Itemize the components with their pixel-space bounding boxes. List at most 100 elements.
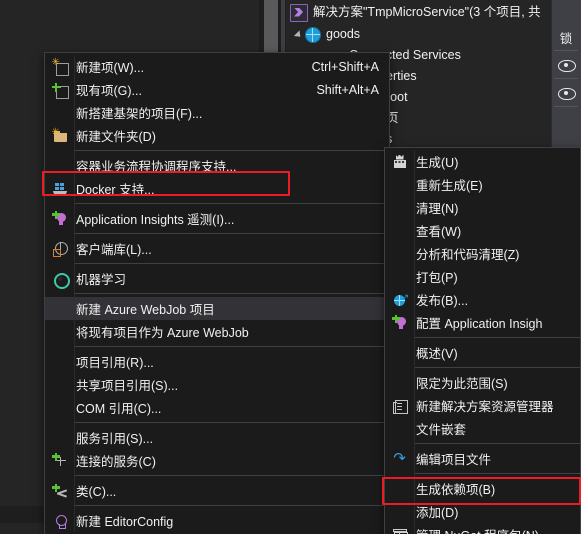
build-icon xyxy=(392,154,408,170)
menu-item-file-nesting[interactable]: 文件嵌套 xyxy=(385,417,580,440)
menu-item-icon-slot xyxy=(385,196,414,219)
menu-item-icon-slot xyxy=(45,101,74,124)
menu-item-label: 新建 Azure WebJob 项目 xyxy=(76,303,215,317)
menu-separator xyxy=(414,443,580,444)
menu-item-icon-slot xyxy=(45,396,74,419)
menu-item-new-editorconfig[interactable]: 新建 EditorConfig xyxy=(45,509,389,532)
menu-separator xyxy=(414,367,580,368)
menu-item-new-item[interactable]: 新建项(W)... Ctrl+Shift+A xyxy=(45,55,389,78)
nuget-icon xyxy=(392,527,408,534)
tree-row[interactable]: 解决方案"TmpMicroService"(3 个项目, 共 xyxy=(290,2,541,23)
toolbar-separator xyxy=(554,78,578,79)
menu-item-icon-slot xyxy=(385,150,414,173)
menu-item-label: COM 引用(C)... xyxy=(76,402,162,416)
menu-item-machine-learning[interactable]: 机器学习 xyxy=(45,267,389,290)
menu-item-project-reference[interactable]: 项目引用(R)... xyxy=(45,350,389,373)
class-icon xyxy=(51,483,68,499)
menu-item-label: 概述(V) xyxy=(416,347,458,361)
menu-item-label: 连接的服务(C) xyxy=(76,455,156,469)
menu-item-label: 限定为此范围(S) xyxy=(416,377,508,391)
client-library-icon xyxy=(52,241,68,257)
menu-item-new-folder[interactable]: 新建文件夹(D) xyxy=(45,124,389,147)
menu-item-label: 新建项(W)... xyxy=(76,61,145,75)
menu-item-existing-azure-webjob[interactable]: 将现有项目作为 Azure WebJob xyxy=(45,320,389,343)
menu-item-publish[interactable]: 发布(B)... xyxy=(385,288,580,311)
menu-item-service-reference[interactable]: 服务引用(S)... xyxy=(45,426,389,449)
add-context-menu[interactable]: 新建项(W)... Ctrl+Shift+A 现有项(G)... Shift+A… xyxy=(44,52,390,534)
menu-item-icon-slot xyxy=(45,297,74,320)
new-folder-icon xyxy=(52,128,68,144)
menu-item-view[interactable]: 查看(W) xyxy=(385,219,580,242)
menu-item-label: 编辑项目文件 xyxy=(416,453,492,467)
menu-item-com-reference[interactable]: COM 引用(C)... xyxy=(45,396,389,419)
menu-item-label: 重新生成(E) xyxy=(416,179,483,193)
menu-item-label: 项目引用(R)... xyxy=(76,356,154,370)
lock-button[interactable]: 锁 xyxy=(551,24,581,50)
menu-item-icon-slot xyxy=(385,394,414,417)
menu-item-rebuild[interactable]: 重新生成(E) xyxy=(385,173,580,196)
tree-item-label: 解决方案"TmpMicroService"(3 个项目, 共 xyxy=(313,5,541,19)
menu-item-icon-slot xyxy=(45,154,74,177)
menu-item-clean[interactable]: 清理(N) xyxy=(385,196,580,219)
menu-item-label: 服务引用(S)... xyxy=(76,432,154,446)
new-item-icon xyxy=(52,59,69,76)
menu-item-configure-app-insights[interactable]: 配置 Application Insigh xyxy=(385,311,580,334)
menu-item-label: 客户端库(L)... xyxy=(76,243,152,257)
menu-item-label: 生成(U) xyxy=(416,156,459,170)
tree-row[interactable]: goods xyxy=(293,24,360,45)
menu-item-new-solution-explorer[interactable]: 新建解决方案资源管理器 xyxy=(385,394,580,417)
menu-item-icon-slot xyxy=(45,320,74,343)
app-insights-icon xyxy=(51,210,68,227)
solution-icon xyxy=(290,3,308,22)
menu-item-client-library[interactable]: 客户端库(L)... xyxy=(45,237,389,260)
menu-item-edit-project-file[interactable]: 编辑项目文件 xyxy=(385,447,580,470)
menu-separator xyxy=(74,346,389,347)
menu-item-label: 新建 EditorConfig xyxy=(76,515,174,529)
preview-button-2[interactable] xyxy=(551,80,581,106)
preview-button-1[interactable] xyxy=(551,52,581,78)
menu-item-new-azure-webjob[interactable]: 新建 Azure WebJob 项目 xyxy=(45,297,389,320)
menu-item-icon-slot xyxy=(385,311,414,334)
menu-item-analyze-cleanup[interactable]: 分析和代码清理(Z) xyxy=(385,242,580,265)
menu-item-icon-slot xyxy=(385,219,414,242)
app-insights-icon xyxy=(391,314,408,331)
menu-item-existing-item[interactable]: 现有项(G)... Shift+Alt+A xyxy=(45,78,389,101)
menu-item-icon-slot xyxy=(385,500,414,523)
menu-item-manage-nuget[interactable]: 管理 NuGet 程序包(N)... xyxy=(385,523,580,534)
menu-item-container-orchestrator[interactable]: 容器业务流程协调程序支持... xyxy=(45,154,389,177)
menu-item-label: 管理 NuGet 程序包(N)... xyxy=(414,525,574,534)
menu-item-shared-project-reference[interactable]: 共享项目引用(S)... xyxy=(45,373,389,396)
menu-item-icon-slot xyxy=(385,341,414,364)
menu-item-label: Application Insights 遥测(I)... xyxy=(76,213,235,227)
menu-item-overview[interactable]: 概述(V) xyxy=(385,341,580,364)
menu-item-scope-to-this[interactable]: 限定为此范围(S) xyxy=(385,371,580,394)
menu-item-scaffolded-item[interactable]: 新搭建基架的项目(F)... xyxy=(45,101,389,124)
menu-item-icon-slot xyxy=(45,509,74,532)
docker-icon xyxy=(52,181,68,197)
menu-item-icon-slot xyxy=(45,55,74,78)
solution-explorer-icon xyxy=(392,398,408,414)
menu-separator xyxy=(74,422,389,423)
chevron-expand-icon[interactable] xyxy=(293,29,304,40)
menu-item-build-dependencies[interactable]: 生成依赖项(B) xyxy=(385,477,580,500)
menu-item-icon-slot xyxy=(385,447,414,470)
project-context-menu[interactable]: 生成(U) 重新生成(E) 清理(N) 查看(W) 分析和代码清理(Z) 打包(… xyxy=(384,147,581,534)
menu-item-add[interactable]: 添加(D) xyxy=(385,500,580,523)
menu-item-icon-slot xyxy=(45,267,74,290)
tree-row[interactable]: erties xyxy=(386,66,417,87)
menu-item-build[interactable]: 生成(U) xyxy=(385,150,580,173)
menu-item-label: 生成依赖项(B) xyxy=(416,483,496,497)
menu-item-class[interactable]: 类(C)... xyxy=(45,479,389,502)
eye-icon xyxy=(558,88,576,100)
menu-item-application-insights[interactable]: Application Insights 遥测(I)... xyxy=(45,207,389,230)
menu-item-icon-slot xyxy=(45,350,74,373)
menu-item-docker-support[interactable]: Docker 支持... xyxy=(45,177,389,200)
menu-item-label: 容器业务流程协调程序支持... xyxy=(76,160,237,174)
menu-item-label: 机器学习 xyxy=(76,273,127,287)
machine-learning-icon xyxy=(52,271,70,289)
menu-item-icon-slot xyxy=(45,237,74,260)
tree-item-label: erties xyxy=(386,69,417,83)
menu-item-label: Docker 支持... xyxy=(76,183,155,197)
menu-item-pack[interactable]: 打包(P) xyxy=(385,265,580,288)
menu-item-connected-service[interactable]: 连接的服务(C) xyxy=(45,449,389,472)
